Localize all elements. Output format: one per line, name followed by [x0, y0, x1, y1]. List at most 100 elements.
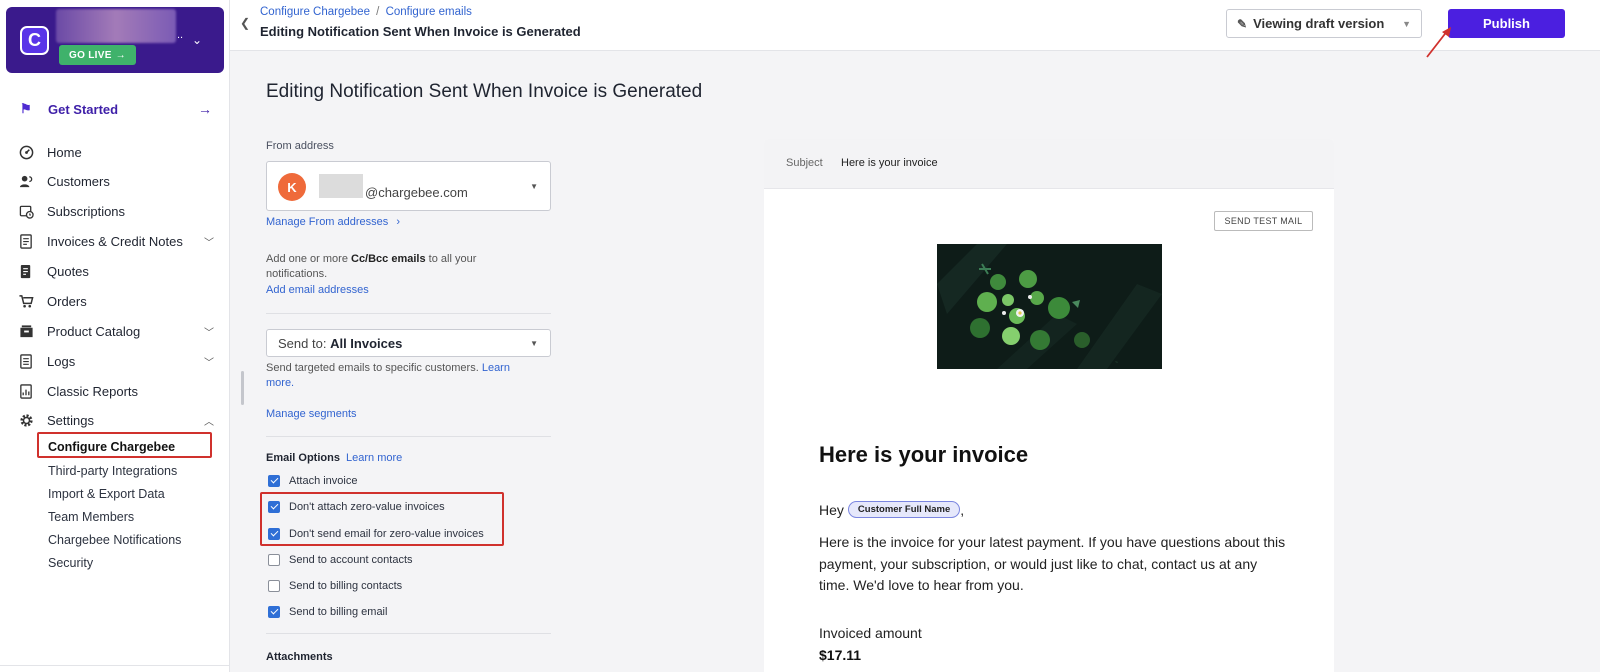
send-to-select[interactable]: Send to: All Invoices ▼	[266, 329, 551, 357]
breadcrumb-configure-chargebee[interactable]: Configure Chargebee	[260, 6, 370, 18]
email-preview: Subject Here is your invoice SEND TEST M…	[764, 139, 1334, 672]
site-name-ellipsis: ..	[177, 29, 184, 41]
sidebar-item-get-started[interactable]: ⚑ Get Started →	[20, 99, 212, 119]
back-chevron-icon[interactable]: ❮	[240, 16, 250, 30]
highlight-configure-chargebee	[37, 432, 212, 458]
pencil-icon: ✎	[1237, 16, 1248, 31]
placeholder-tag[interactable]: Customer Full Name	[847, 501, 961, 518]
option-label: Send to billing email	[289, 606, 388, 618]
users-icon	[18, 173, 34, 189]
manage-from-addresses-link[interactable]: Manage From addresses ›	[266, 216, 400, 228]
sidebar-item-quotes[interactable]: Quotes	[18, 260, 214, 282]
sidebar-item-subscriptions[interactable]: Subscriptions	[18, 200, 214, 222]
option-attach-invoice[interactable]: Attach invoice	[268, 475, 357, 487]
sidebar-item-label: Invoices & Credit Notes	[47, 233, 183, 249]
sidebar-item-label: Logs	[47, 353, 76, 369]
preview-subject-bar: Subject Here is your invoice	[764, 139, 1334, 189]
site-switcher[interactable]: C .. GO LIVE → ⌄	[6, 7, 224, 73]
option-account-contacts[interactable]: Send to account contacts	[268, 554, 413, 566]
option-label: Attach invoice	[289, 475, 358, 487]
checkbox-unchecked[interactable]	[268, 580, 280, 592]
manage-from-label: Manage From addresses	[266, 216, 389, 228]
top-bar: ❮ Configure Chargebee / Configure emails…	[230, 0, 1600, 51]
settings-sub-security[interactable]: Security	[48, 556, 93, 570]
greeting-comma: ,	[960, 501, 965, 518]
sidebar-item-customers[interactable]: Customers	[18, 170, 214, 192]
email-heading: Here is your invoice	[819, 442, 1029, 467]
send-to-prefix: Send to:	[278, 336, 327, 351]
sidebar-item-label: Get Started	[48, 101, 119, 117]
hero-image: ~	[937, 244, 1162, 369]
caret-down-icon: ▼	[1402, 18, 1411, 29]
caret-down-icon: ▼	[530, 339, 538, 348]
subject-value: Here is your invoice	[841, 157, 938, 169]
attachments-heading: Attachments	[266, 651, 333, 663]
divider	[266, 436, 551, 437]
sidebar-item-product-catalog[interactable]: Product Catalog ﹀	[18, 320, 214, 342]
settings-sub-notifications[interactable]: Chargebee Notifications	[48, 533, 181, 547]
sidebar-item-label: Quotes	[47, 263, 89, 279]
manage-segments-link[interactable]: Manage segments	[266, 408, 357, 420]
email-greeting: Hey Customer Full Name ,	[819, 501, 964, 518]
option-billing-contacts[interactable]: Send to billing contacts	[268, 580, 402, 592]
invoiced-amount-label: Invoiced amount	[819, 625, 922, 641]
settings-sub-team-members[interactable]: Team Members	[48, 510, 134, 524]
flag-icon: ⚑	[20, 101, 32, 116]
sidebar: C .. GO LIVE → ⌄ ⚑ Get Started → Home Cu…	[0, 0, 230, 672]
email-body: Here is the invoice for your latest paym…	[819, 534, 1286, 593]
option-billing-email[interactable]: Send to billing email	[268, 606, 387, 618]
sidebar-item-label: Customers	[47, 173, 110, 189]
sidebar-item-orders[interactable]: Orders	[18, 290, 214, 312]
checkbox-unchecked[interactable]	[268, 554, 280, 566]
sidebar-item-classic-reports[interactable]: Classic Reports	[18, 380, 214, 402]
divider	[266, 633, 551, 634]
settings-sub-import-export[interactable]: Import & Export Data	[48, 487, 165, 501]
breadcrumb: Configure Chargebee / Configure emails	[260, 6, 472, 18]
targeted-text: Send targeted emails to specific custome…	[266, 362, 479, 374]
site-name-redacted	[56, 9, 176, 43]
chargebee-logo-icon: C	[20, 26, 49, 55]
email-options-heading: Email Options Learn more	[266, 452, 402, 464]
add-email-addresses-link[interactable]: Add email addresses	[266, 284, 369, 296]
log-icon	[18, 353, 34, 369]
publish-button[interactable]: Publish	[1448, 9, 1565, 38]
version-dropdown[interactable]: ✎ Viewing draft version ▼	[1226, 9, 1422, 38]
settings-sub-third-party[interactable]: Third-party Integrations	[48, 464, 177, 478]
avatar: K	[278, 173, 306, 201]
email-options-learn-more[interactable]: Learn more	[346, 452, 402, 464]
sidebar-item-label: Classic Reports	[47, 383, 139, 399]
go-live-button[interactable]: GO LIVE →	[59, 45, 136, 65]
greeting-text: Hey	[819, 501, 844, 518]
sidebar-item-label: Settings	[47, 412, 94, 428]
sidebar-divider	[0, 665, 230, 666]
resize-handle[interactable]	[241, 371, 244, 405]
sidebar-item-settings[interactable]: Settings ︿	[18, 409, 214, 431]
divider	[266, 313, 551, 314]
subject-label: Subject	[786, 157, 823, 169]
catalog-icon	[18, 323, 34, 339]
checkbox-checked[interactable]	[268, 606, 280, 618]
sidebar-item-logs[interactable]: Logs ﹀	[18, 350, 214, 372]
cc-bcc-description: Add one or more Cc/Bcc emails to all you…	[266, 252, 536, 282]
chevron-down-icon[interactable]: ⌄	[192, 33, 202, 47]
version-dropdown-label: Viewing draft version	[1253, 16, 1385, 31]
sidebar-item-invoices[interactable]: Invoices & Credit Notes ﹀	[18, 230, 214, 252]
breadcrumb-separator: /	[376, 6, 380, 18]
invoice-icon	[18, 233, 34, 249]
breadcrumb-configure-emails[interactable]: Configure emails	[386, 6, 472, 18]
checkbox-checked[interactable]	[268, 475, 280, 487]
gear-icon	[18, 412, 34, 428]
chevron-down-icon: ﹀	[204, 357, 214, 369]
email-user-redacted	[319, 174, 363, 198]
chevron-right-icon: ›	[396, 216, 401, 228]
from-email-domain: @chargebee.com	[365, 185, 468, 200]
send-test-mail-button[interactable]: SEND TEST MAIL	[1214, 211, 1313, 231]
cc-text-bold: Cc/Bcc emails	[351, 253, 426, 265]
from-address-select[interactable]: K @chargebee.com ▼	[266, 161, 551, 211]
sidebar-item-home[interactable]: Home	[18, 141, 214, 163]
targeted-emails-text: Send targeted emails to specific custome…	[266, 361, 541, 391]
invoiced-amount-value: $17.11	[819, 647, 862, 663]
lily-pad-illustration-icon: ~	[937, 244, 1162, 369]
send-to-value: All Invoices	[330, 336, 403, 351]
sidebar-item-label: Subscriptions	[47, 203, 126, 219]
